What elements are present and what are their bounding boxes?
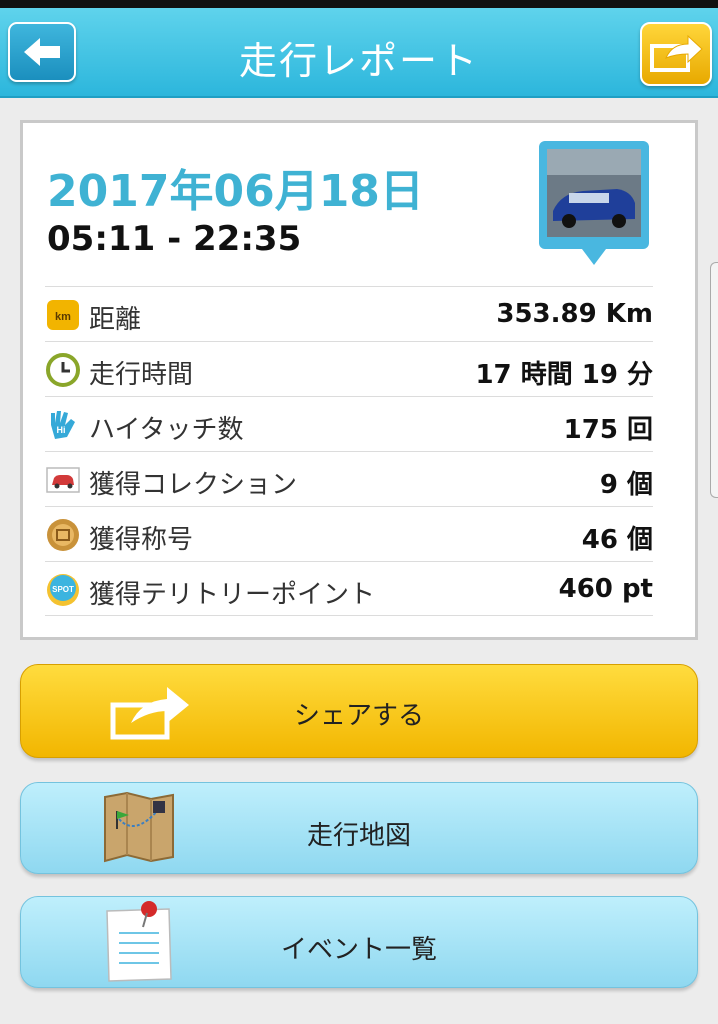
car-collection-icon <box>46 467 80 493</box>
title-medal-icon <box>47 519 79 551</box>
stat-row-high-five: Hi ハイタッチ数 175 回 <box>45 396 653 451</box>
page-title: 走行レポート <box>238 39 479 83</box>
spot-icon: SPOT <box>47 574 79 606</box>
stat-value: 9 個 <box>599 470 653 500</box>
report-date: 2017年06月18日 <box>47 166 424 217</box>
stat-label: 獲得称号 <box>89 525 194 555</box>
side-scroll-tab[interactable] <box>710 262 718 498</box>
status-bar-strip <box>0 0 718 8</box>
svg-text:km: km <box>55 311 71 323</box>
stat-value: 17 時間 19 分 <box>475 360 653 390</box>
report-card: 2017年06月18日 05:11 - 22:35 km 距離 353.89 K… <box>20 120 698 640</box>
stat-row-titles: 獲得称号 46 個 <box>45 506 653 561</box>
drive-map-button[interactable]: 走行地図 <box>20 782 698 874</box>
share-button[interactable]: シェアする <box>20 664 698 758</box>
svg-text:Hi: Hi <box>57 425 66 435</box>
stat-row-drive-time: 走行時間 17 時間 19 分 <box>45 341 653 396</box>
stats-list: km 距離 353.89 Km 走行時間 17 時間 19 分 Hi ハイタッチ… <box>45 286 653 616</box>
stat-label: 走行時間 <box>89 360 194 390</box>
stat-label: 獲得テリトリーポイント <box>89 580 376 610</box>
stat-row-territory: SPOT 獲得テリトリーポイント 460 pt <box>45 561 653 616</box>
share-label: シェアする <box>293 701 424 731</box>
stat-row-collection: 獲得コレクション 9 個 <box>45 451 653 506</box>
drive-map-label: 走行地図 <box>306 821 411 851</box>
stat-row-distance: km 距離 353.89 Km <box>45 286 653 341</box>
svg-text:SPOT: SPOT <box>52 585 74 594</box>
share-arrow-icon <box>650 34 703 72</box>
event-list-label: イベント一覧 <box>280 935 437 965</box>
stat-label: 獲得コレクション <box>89 470 298 500</box>
stat-label: 距離 <box>89 305 142 335</box>
stat-label: ハイタッチ数 <box>89 415 244 445</box>
report-time-range: 05:11 - 22:35 <box>47 219 302 259</box>
high-five-icon: Hi <box>51 411 75 439</box>
stat-value: 46 個 <box>581 525 653 555</box>
event-list-button[interactable]: イベント一覧 <box>20 896 698 988</box>
car-photo-badge[interactable] <box>539 141 649 279</box>
header-share-button[interactable] <box>640 22 712 86</box>
stat-value: 353.89 Km <box>496 299 653 329</box>
km-icon: km <box>47 300 79 330</box>
stat-value: 175 回 <box>563 415 653 445</box>
clock-icon <box>46 353 80 387</box>
stat-value: 460 pt <box>558 574 653 604</box>
app-header: 走行レポート <box>0 8 718 98</box>
